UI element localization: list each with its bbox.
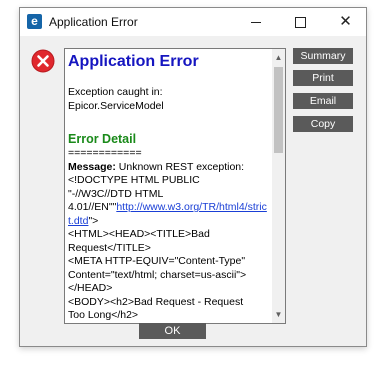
detail-line-6: <META HTTP-EQUIV="Content-Type" <box>68 255 246 267</box>
separator-line: ============ <box>68 147 142 159</box>
exception-caught-label: Exception caught in: <box>68 86 163 98</box>
detail-line-5: Request</TITLE> <box>68 241 151 254</box>
message-text: Unknown REST exception: <box>115 160 245 173</box>
print-button[interactable]: Print <box>293 70 353 86</box>
ok-button[interactable]: OK <box>139 323 206 339</box>
minimize-icon <box>250 22 261 24</box>
error-detail-heading: Error Detail <box>68 132 137 146</box>
detail-line-8: </HEAD> <box>68 282 113 294</box>
close-button[interactable]: ✕ <box>323 8 368 36</box>
scrollbar-thumb[interactable] <box>274 67 283 153</box>
detail-line-2: "-//W3C//DTD HTML <box>68 187 164 200</box>
detail-line-3: 4.01//EN""http://www.w3.org/TR/html4/str… <box>68 201 268 228</box>
minimize-button[interactable] <box>233 8 278 36</box>
detail-line-9: <BODY><h2>Bad Request - Request <box>68 295 244 308</box>
scroll-up-icon[interactable]: ▲ <box>272 51 285 64</box>
epicor-app-icon: e <box>27 14 42 29</box>
maximize-button[interactable] <box>278 8 323 36</box>
message-label: Message: <box>68 160 116 173</box>
summary-button[interactable]: Summary <box>293 48 353 64</box>
exception-source: Epicor.ServiceModel <box>68 99 164 112</box>
detail-line-7: Content="text/html; charset=us-ascii"> <box>68 268 247 281</box>
maximize-icon <box>295 17 306 29</box>
error-x-icon <box>31 49 55 73</box>
dtd-prefix: 4.01//EN"" <box>68 201 117 213</box>
error-message-box[interactable]: Application Error Exception caught in: E… <box>64 48 286 324</box>
title-bar[interactable]: e Application Error ✕ <box>20 8 366 36</box>
email-button[interactable]: Email <box>293 93 353 109</box>
detail-line-10: Too Long</h2> <box>68 309 139 321</box>
message-line: Message: Unknown REST exception: <box>68 161 268 175</box>
dtd-suffix: "> <box>88 214 99 227</box>
error-message-content: Application Error Exception caught in: E… <box>68 52 268 323</box>
vertical-scrollbar[interactable]: ▲ ▼ <box>272 49 285 323</box>
detail-line-1: <!DOCTYPE HTML PUBLIC <box>68 174 200 186</box>
window-title: Application Error <box>49 15 138 29</box>
application-error-window: e Application Error ✕ Application Error … <box>19 7 367 347</box>
message-title: Application Error <box>68 53 199 70</box>
copy-button[interactable]: Copy <box>293 116 353 132</box>
scroll-down-icon[interactable]: ▼ <box>272 308 285 321</box>
close-icon: ✕ <box>339 13 352 30</box>
detail-line-4: <HTML><HEAD><TITLE>Bad <box>68 228 210 240</box>
